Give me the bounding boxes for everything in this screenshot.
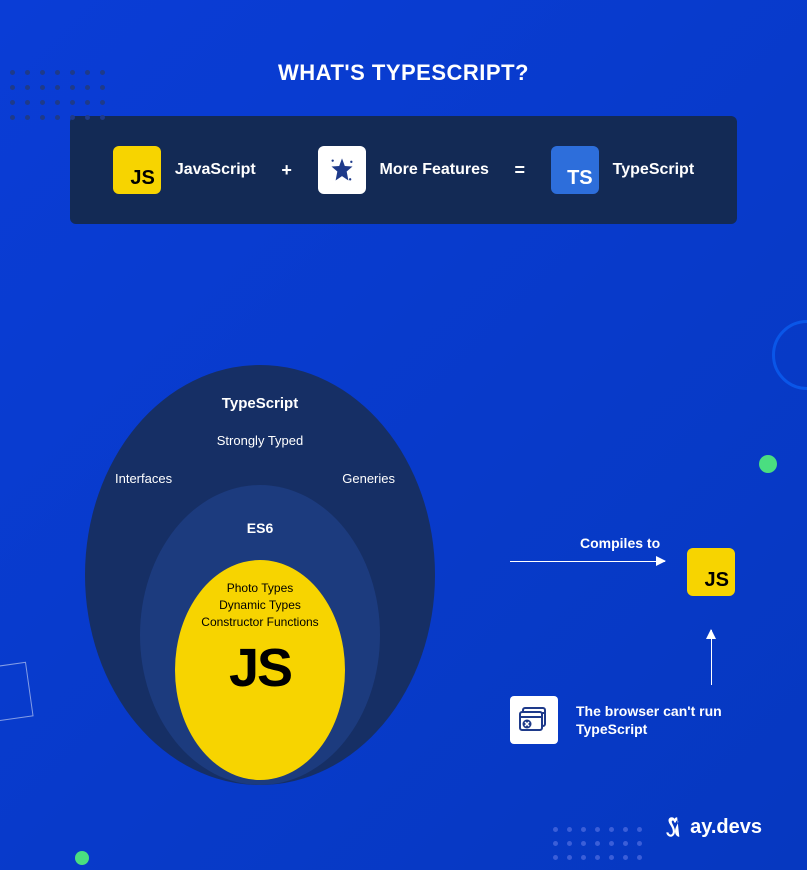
compiles-label: Compiles to [580,535,665,551]
decoration-green-dot-1 [759,455,777,473]
browser-error-icon [510,696,558,744]
arrow-right-icon [510,561,665,562]
venn-diagram: Photo Types Dynamic Types Constructor Fu… [85,365,435,785]
browser-text: The browser can't run TypeScript [576,702,726,738]
dots-decoration-br [553,827,642,860]
equation-ts: TS TypeScript [551,146,695,194]
compiles-block: Compiles to [510,535,665,562]
equation-features: More Features [318,146,489,194]
star-icon [318,146,366,194]
equation-js-label: JavaScript [175,161,256,179]
venn-inner-line2: Dynamic Types [175,598,345,612]
logo-text: ay.devs [690,816,762,839]
browser-block: The browser can't run TypeScript [510,696,726,744]
ts-icon: TS [551,146,599,194]
jaydevs-logo: ay.devs [662,814,762,840]
page-title: WHAT'S TYPESCRIPT? [0,60,807,86]
venn-strongly-typed: Strongly Typed [85,433,435,448]
venn-interfaces: Interfaces [115,471,172,486]
js-icon: JS [113,146,161,194]
venn-inner-line1: Photo Types [175,581,345,595]
equation-ts-label: TypeScript [613,161,695,179]
equation-features-label: More Features [380,161,489,179]
decoration-square [0,662,34,723]
decoration-arc [772,320,807,390]
venn-es6-title: ES6 [85,520,435,536]
venn-ts-title: TypeScript [85,395,435,412]
arrow-up-icon [711,630,712,685]
venn-inner-js-big: JS [175,637,345,699]
equation-js: JS JavaScript [113,146,256,194]
js-target-icon: JS [687,548,735,596]
equation-panel: JS JavaScript + More Features = TS TypeS… [70,116,737,224]
plus-operator: + [281,160,292,181]
venn-generics: Generies [342,471,395,486]
dots-decoration-tl [10,70,105,120]
venn-inner-js: Photo Types Dynamic Types Constructor Fu… [175,560,345,780]
venn-inner-line3: Constructor Functions [175,615,345,629]
equals-operator: = [515,160,526,181]
decoration-green-dot-2 [75,851,89,865]
